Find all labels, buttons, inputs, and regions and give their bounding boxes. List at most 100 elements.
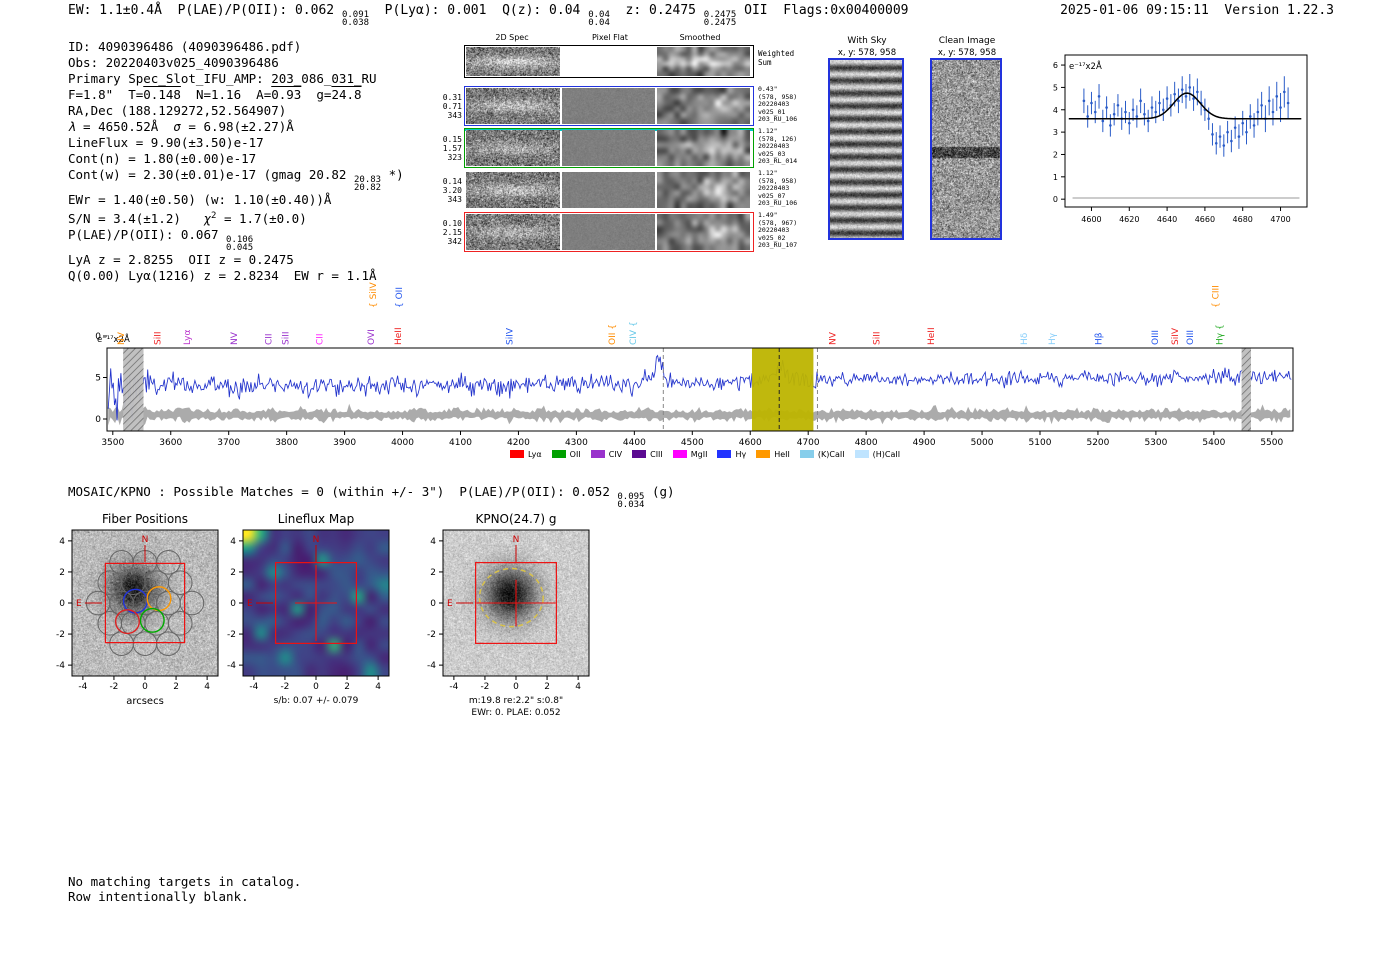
spec2d-row-right-labels: 1.12" (578, 126) 20220403 v025_03 203_RL_014: [758, 127, 798, 166]
emission-line-label: CII: [265, 333, 275, 345]
legend-swatch: [590, 450, 605, 458]
y-tick-label: 0: [95, 415, 101, 425]
flux-units-label: e⁻¹⁷x2Å: [1069, 60, 1102, 72]
fiber-circle: [97, 570, 123, 595]
data-point: [1252, 124, 1256, 127]
y-tick-label: 0: [430, 599, 436, 609]
report-datetime: 2025-01-06 09:15:11 Version 1.22.3: [1060, 3, 1334, 18]
legend-label: MgII: [690, 449, 708, 459]
data-point: [1230, 139, 1233, 143]
emission-line-label: SiIV: [1171, 327, 1181, 345]
data-point: [1135, 115, 1139, 118]
spectrum-legend: Lyα OII CIV CIII MgII Hγ HeII (K)CaII (H)CaII: [95, 447, 1315, 461]
data-point: [1196, 90, 1199, 94]
legend-item: OII: [551, 450, 581, 459]
spec2d-row-right-labels: Weighted Sum: [758, 49, 795, 67]
with-sky-image: [828, 58, 904, 240]
legend-label: HeII: [774, 449, 790, 459]
x-tick-label: 4: [375, 682, 381, 692]
spec2d-smoothed-image: [657, 172, 750, 208]
highlighted-fiber-circle: [146, 586, 172, 612]
emission-line-label: HeII: [394, 327, 404, 345]
info-line: Obs: 20220403v025_4090396486: [68, 55, 279, 70]
emission-line-label: SiII: [281, 331, 291, 345]
emission-line-label: SiIV: [506, 327, 516, 345]
x-tick-label: -2: [109, 682, 118, 692]
spec2d-row: [464, 86, 754, 126]
data-point: [1184, 95, 1188, 98]
y-tick-label: 4: [430, 537, 436, 547]
legend-swatch: [799, 450, 814, 458]
y-tick-label: 4: [59, 537, 65, 547]
emission-line-label: NV: [230, 331, 240, 345]
data-point: [1124, 110, 1127, 114]
emission-line-label: Hγ: [1048, 332, 1058, 345]
y-tick-label: 0: [230, 599, 236, 609]
x-tick-label: 4700: [1270, 215, 1290, 224]
legend-item: MgII: [672, 449, 708, 459]
north-label: N: [313, 535, 320, 545]
fiber-circle: [156, 631, 181, 656]
legend-label: (H)CaII: [872, 449, 901, 459]
emission-line-label: { CIII: [1211, 285, 1221, 308]
emission-line-label: Hγ {: [1216, 324, 1226, 345]
data-point: [1218, 135, 1222, 138]
legend-swatch: [509, 450, 524, 458]
x-tick-label: -2: [280, 682, 289, 692]
masked-band-hatch: [1241, 348, 1251, 431]
data-point: [1165, 97, 1169, 100]
spec2d-pixelflat-image: [562, 172, 655, 208]
spec2d-2d-image: [466, 172, 560, 208]
info-line: P(LAE)/P(OII): 0.067 0.106 0.045: [68, 227, 254, 254]
data-point: [1173, 92, 1176, 96]
north-label: N: [513, 535, 520, 545]
catalog-note: No matching targets in catalog. Row inte…: [68, 874, 301, 904]
fiber-circle: [179, 590, 205, 616]
mosaic-match-line: MOSAIC/KPNO : Possible Matches = 0 (with…: [68, 484, 675, 510]
data-point: [1127, 121, 1131, 125]
spec2d-rows: Weighted Sum 0.31 0.71 343 0.43" (578, 958) 202…: [440, 28, 797, 260]
data-point: [1237, 135, 1241, 138]
info-line: λ = 4650.52Å σ = 6.98(±2.27)Å: [68, 119, 294, 134]
data-point: [1116, 103, 1120, 107]
spec2d-row: [464, 128, 754, 168]
info-line: ID: 4090396486 (4090396486.pdf): [68, 39, 302, 54]
y-tick-label: 2: [59, 568, 65, 578]
emission-line-label: NV: [117, 331, 127, 345]
panel-kpno-overlay: -4 -4 -2 -2 0 0 2 2 4 4 N E: [427, 529, 590, 692]
legend-swatch: [854, 450, 869, 458]
legend-swatch: [551, 450, 566, 458]
with-sky-panel: With Sky x, y: 578, 958: [826, 28, 910, 243]
spec2d-2d-image: [466, 47, 560, 76]
legend-item: CIII: [632, 450, 663, 459]
spec2d-cutouts-panel: 2D Spec Pixel Flat Smoothed Weighted Sum 0…: [440, 28, 797, 260]
fiber-circle: [109, 631, 134, 656]
spec2d-row-left-labels: 0.31 0.71 343: [442, 93, 462, 120]
clean-image-title: Clean Image: [938, 36, 996, 46]
info-line: RA,Dec (188.129272,52.564907): [68, 103, 287, 118]
info-line: LyA z = 2.8255 OII z = 0.2475: [68, 252, 294, 268]
panel-flux-overlay: -4 -4 -2 -2 0 0 2 2 4 4 N E: [227, 529, 390, 692]
data-point: [1241, 121, 1245, 125]
legend-item: HeII: [756, 450, 790, 459]
emission-line-label: { SiIV: [369, 282, 379, 308]
legend-item: Lyα: [509, 450, 542, 459]
fiber-circle: [167, 611, 193, 636]
stacked-value: 20.83 20.82: [353, 175, 382, 193]
extraction-box: [104, 562, 186, 644]
data-point: [1097, 95, 1101, 98]
x-tick-label: -2: [480, 682, 489, 692]
spec2d-row-left-labels: 0.14 3.20 343: [442, 177, 462, 204]
y-tick-label: -2: [56, 630, 65, 640]
superscript: 2: [211, 211, 217, 221]
fiber-circle: [167, 570, 193, 595]
data-point: [1105, 106, 1108, 109]
north-label: N: [142, 535, 149, 545]
zoom-chart-svg: 4600 4620 4640 4660 4680 4700 0 1 2 3 4 5 6 e⁻¹⁷x2Å: [1053, 54, 1308, 224]
emission-line-label: { OII: [395, 287, 405, 308]
spec2d-row-right-labels: 0.43" (578, 958) 20220403 v025_01 203_RU_106: [758, 85, 798, 124]
data-point: [1211, 133, 1214, 136]
x-tick-label: 0: [313, 682, 319, 692]
x-tick-label: 2: [173, 682, 179, 692]
data-point: [1086, 115, 1089, 118]
